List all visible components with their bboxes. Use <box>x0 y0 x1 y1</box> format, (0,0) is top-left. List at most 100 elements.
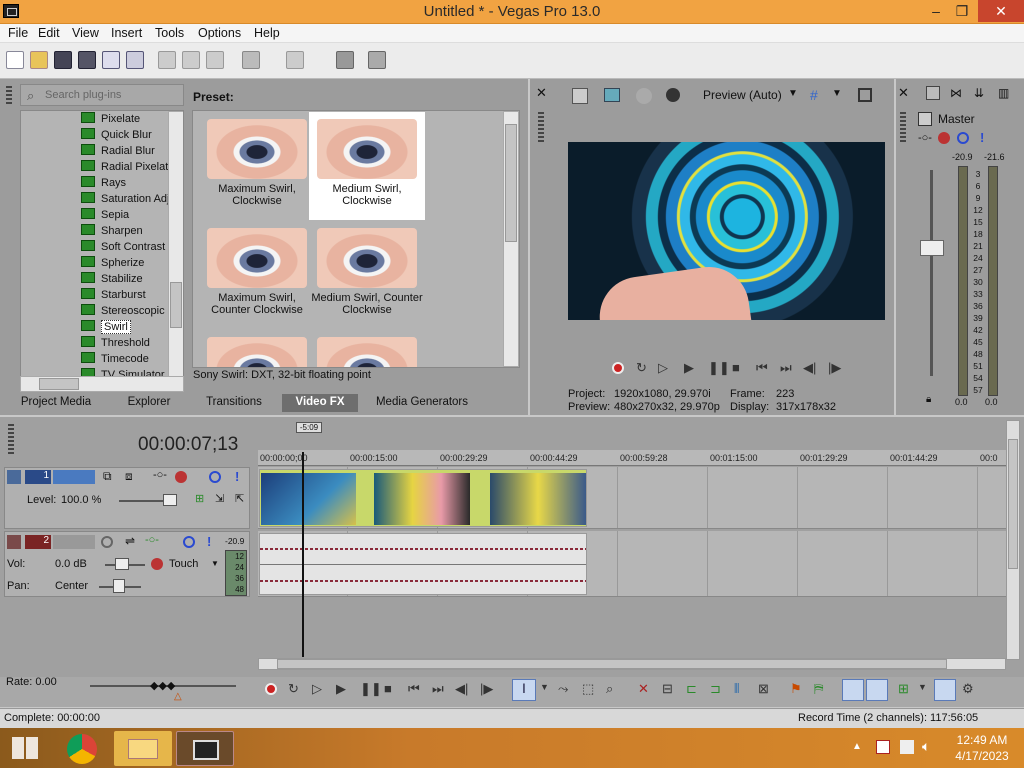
clock-time[interactable]: 12:49 AM <box>955 733 1009 747</box>
menu-help[interactable]: Help <box>254 26 280 40</box>
chrome-taskbar-button[interactable] <box>55 731 113 766</box>
pause-icon[interactable]: ❚❚ <box>708 360 730 376</box>
snapping-icon[interactable] <box>336 51 354 69</box>
pause-icon[interactable]: ❚❚ <box>360 681 382 697</box>
preset-item[interactable]: Maximum Swirl, Clockwise <box>199 112 315 220</box>
timeline-vscroll[interactable] <box>1006 420 1020 660</box>
lock-event-icon[interactable]: ⊠ <box>758 681 769 697</box>
previous-frame-icon[interactable]: ◀| <box>803 360 816 376</box>
go-to-end-icon[interactable]: ⏭ <box>780 360 792 376</box>
plugin-item[interactable]: Spherize <box>81 256 144 271</box>
delete-icon[interactable]: ✕ <box>638 681 649 697</box>
plugin-item[interactable]: Sepia <box>81 208 129 223</box>
normal-edit-tool-icon[interactable]: I <box>512 679 536 701</box>
trim-icon[interactable]: ⊟ <box>662 681 673 697</box>
bus-fx-icon[interactable] <box>938 132 950 144</box>
stop-icon[interactable]: ■ <box>384 681 392 696</box>
undo-icon[interactable] <box>242 51 260 69</box>
track-name-field[interactable] <box>53 535 95 549</box>
preset-item[interactable] <box>199 330 315 367</box>
go-to-start-icon[interactable]: ⏮ <box>408 681 420 697</box>
panel-grip[interactable] <box>6 86 12 106</box>
ignore-grouping-icon[interactable] <box>934 679 956 701</box>
preset-vscroll[interactable] <box>503 111 519 367</box>
loop-region-marker[interactable]: -5:09 <box>296 422 322 433</box>
plugin-item-selected[interactable]: Swirl <box>81 320 131 335</box>
plugin-item[interactable]: Threshold <box>81 336 150 351</box>
trim-end-icon[interactable]: ⊐ <box>710 681 721 697</box>
tab-transitions[interactable]: Transitions <box>196 394 272 412</box>
mute-icon[interactable] <box>957 132 969 144</box>
preset-item[interactable]: Maximum Swirl, Counter Clockwise <box>199 221 315 329</box>
loop-icon[interactable]: ↻ <box>288 681 299 697</box>
menu-options[interactable]: Options <box>198 26 241 40</box>
tree-vscroll[interactable] <box>168 111 183 377</box>
stop-icon[interactable]: ■ <box>732 360 740 375</box>
redo-icon[interactable] <box>286 51 304 69</box>
lock-envelopes-icon[interactable]: ⚙ <box>962 681 974 697</box>
insert-region-icon[interactable]: ⛿ <box>814 681 823 697</box>
windows-start-icon[interactable] <box>12 737 38 759</box>
tab-project-media[interactable]: Project Media <box>10 394 102 412</box>
minimize-button[interactable]: – <box>922 0 950 22</box>
time-ruler[interactable]: 00:00:00;00 00:00:15:00 00:00:29:29 00:0… <box>258 450 1006 466</box>
file-explorer-taskbar-button[interactable] <box>114 731 172 766</box>
chevron-down-icon[interactable]: ▼ <box>918 682 927 692</box>
record-button[interactable] <box>265 683 277 695</box>
panel-grip[interactable] <box>538 112 544 142</box>
next-frame-icon[interactable]: |▶ <box>480 681 493 697</box>
selection-tool-icon[interactable]: ⬚ <box>582 681 594 697</box>
plugin-item[interactable]: Timecode <box>81 352 149 367</box>
previous-frame-icon[interactable]: ◀| <box>455 681 468 697</box>
master-fx-icon[interactable] <box>926 86 940 100</box>
play-icon[interactable]: ▶ <box>684 360 694 376</box>
menu-edit[interactable]: Edit <box>38 26 60 40</box>
tree-hscroll[interactable] <box>20 376 184 392</box>
close-button[interactable]: ✕ <box>978 0 1024 22</box>
external-monitor-icon[interactable] <box>604 88 620 102</box>
master-fader-handle[interactable] <box>920 240 944 256</box>
whats-this-icon[interactable] <box>368 51 386 69</box>
properties-icon[interactable] <box>126 51 144 69</box>
track-fx-icon[interactable] <box>175 471 187 483</box>
rate-slider-handle[interactable]: ◆◆◆ <box>150 679 175 692</box>
track-collapse-icon[interactable] <box>7 470 21 484</box>
mute-icon[interactable] <box>183 536 195 548</box>
record-view-icon[interactable] <box>666 88 680 102</box>
play-icon[interactable]: ▶ <box>336 681 346 697</box>
timeline-hscroll[interactable] <box>258 658 1006 670</box>
timecode-display[interactable]: 00:00:07;13 <box>138 434 238 456</box>
invert-phase-icon[interactable]: ⇌ <box>125 534 135 548</box>
audio-clip[interactable] <box>259 533 587 595</box>
volume-icon[interactable]: 🔈︎ <box>922 738 930 755</box>
arm-record-icon[interactable] <box>101 536 113 548</box>
solo-icon[interactable]: ! <box>235 469 239 484</box>
plugin-item[interactable]: Sharpen <box>81 224 143 239</box>
track-fx-icon[interactable] <box>151 558 163 570</box>
restore-button[interactable]: ❐ <box>948 0 976 22</box>
plugin-item[interactable]: Radial Blur <box>81 144 155 159</box>
search-input[interactable]: Search plug-ins <box>45 89 121 101</box>
auto-crossfade-icon[interactable] <box>866 679 888 701</box>
render-icon[interactable] <box>102 51 120 69</box>
cut-icon[interactable] <box>158 51 176 69</box>
plugin-item[interactable]: Starburst <box>81 288 146 303</box>
close-icon[interactable]: ✕ <box>898 85 909 101</box>
split-icon[interactable]: ⫴ <box>734 681 739 697</box>
chevron-down-icon[interactable]: ▼ <box>211 559 219 568</box>
track-collapse-icon[interactable] <box>7 535 21 549</box>
make-parent-icon[interactable]: ⇱ <box>235 492 244 505</box>
menu-tools[interactable]: Tools <box>155 26 184 40</box>
menu-insert[interactable]: Insert <box>111 26 142 40</box>
dim-icon[interactable]: ⇊ <box>974 86 984 100</box>
plugin-item[interactable]: Soft Contrast <box>81 240 165 255</box>
automation-icon[interactable]: -○- <box>145 534 159 546</box>
chevron-down-icon[interactable]: ▼ <box>540 682 549 692</box>
plugin-item[interactable]: Stabilize <box>81 272 143 287</box>
panel-grip[interactable] <box>900 112 906 142</box>
play-from-start-icon[interactable]: ▷ <box>658 360 668 376</box>
lock-icon[interactable]: 🔒︎ <box>926 394 931 405</box>
tab-media-generators[interactable]: Media Generators <box>368 394 476 412</box>
pan-slider-handle[interactable] <box>113 579 125 593</box>
envelope-tool-icon[interactable]: ⤳ <box>558 681 568 697</box>
